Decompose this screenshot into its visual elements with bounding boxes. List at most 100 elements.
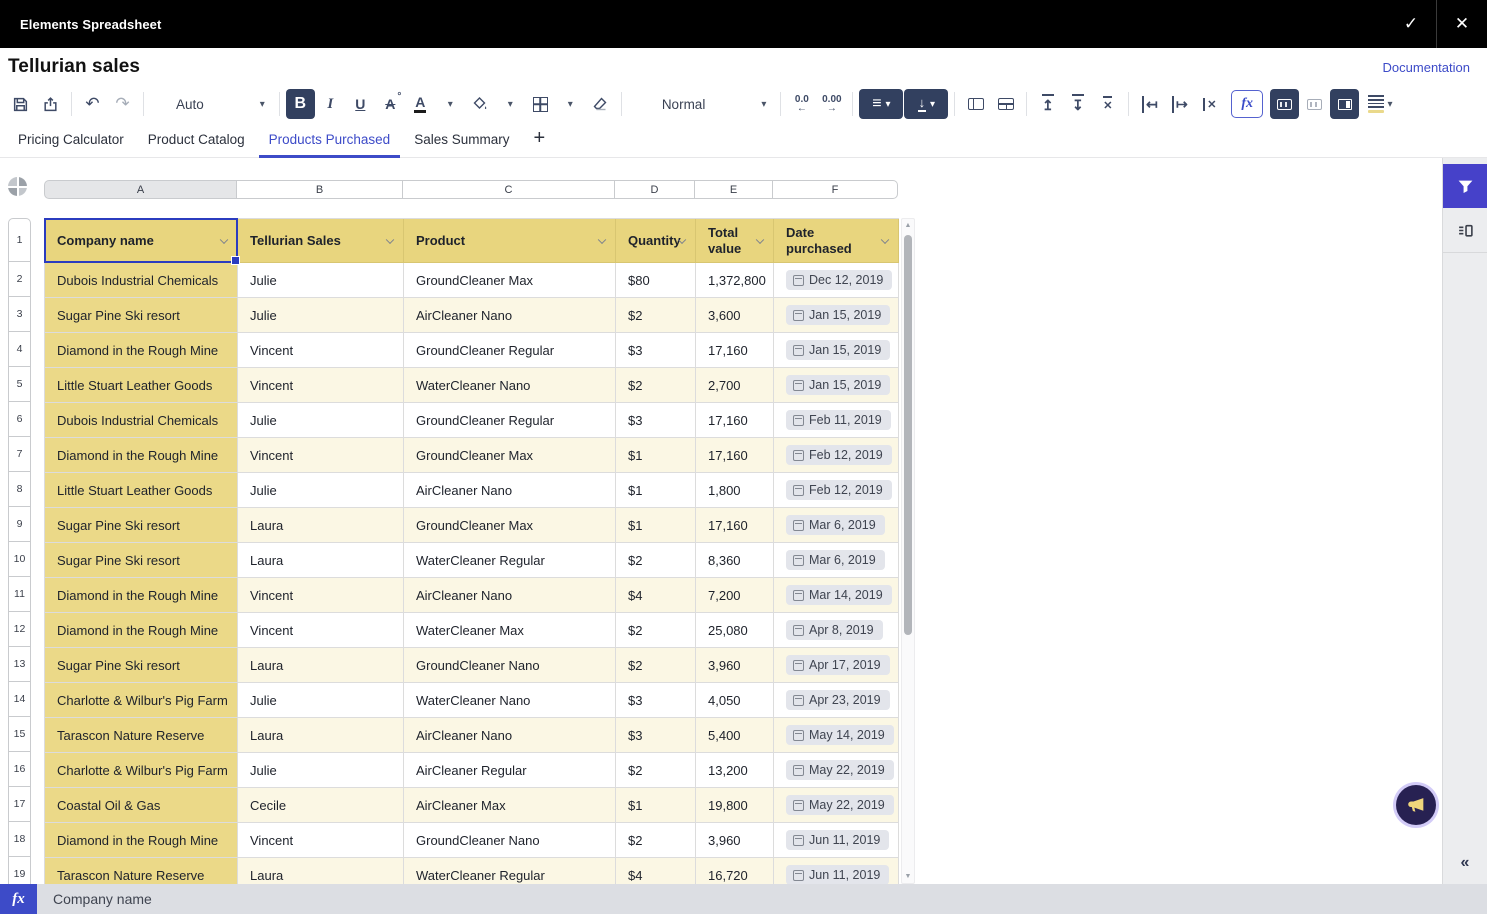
borders-dropdown[interactable]: ▾ [556, 89, 585, 119]
row-header-8[interactable]: 8 [8, 472, 31, 507]
close-button[interactable]: ✕ [1437, 0, 1487, 48]
cell-D19[interactable]: $4 [616, 858, 696, 884]
chevron-down-icon[interactable] [598, 235, 606, 243]
cell-C7[interactable]: GroundCleaner Max [404, 438, 616, 473]
cell-C12[interactable]: WaterCleaner Max [404, 613, 616, 648]
cell-E6[interactable]: 17,160 [696, 403, 774, 438]
cell-D2[interactable]: $80 [616, 263, 696, 298]
font-size-select[interactable]: Auto▾ [168, 89, 273, 119]
header-cell-quantity[interactable]: Quantity [616, 219, 696, 263]
export-button[interactable] [36, 89, 65, 119]
cell-C16[interactable]: AirCleaner Regular [404, 753, 616, 788]
cell-F4[interactable]: Jan 15, 2019 [774, 333, 899, 368]
cell-F17[interactable]: May 22, 2019 [774, 788, 899, 823]
cell-B10[interactable]: Laura [238, 543, 404, 578]
cell-A3[interactable]: Sugar Pine Ski resort [45, 298, 238, 333]
cell-E4[interactable]: 17,160 [696, 333, 774, 368]
cell-B9[interactable]: Laura [238, 508, 404, 543]
row-header-17[interactable]: 17 [8, 787, 31, 822]
data-view-button[interactable] [1270, 89, 1299, 119]
chevron-down-icon[interactable] [220, 235, 228, 243]
row-header-3[interactable]: 3 [8, 297, 31, 332]
cell-C15[interactable]: AirCleaner Nano [404, 718, 616, 753]
scroll-down-icon[interactable]: ▼ [902, 873, 914, 880]
cell-D5[interactable]: $2 [616, 368, 696, 403]
cell-C9[interactable]: GroundCleaner Max [404, 508, 616, 543]
cell-D9[interactable]: $1 [616, 508, 696, 543]
properties-panel-button[interactable] [1443, 208, 1487, 252]
row-header-11[interactable]: 11 [8, 577, 31, 612]
tab-pricing-calculator[interactable]: Pricing Calculator [8, 123, 134, 157]
cell-E15[interactable]: 5,400 [696, 718, 774, 753]
chevron-down-icon[interactable] [386, 235, 394, 243]
cell-C5[interactable]: WaterCleaner Nano [404, 368, 616, 403]
cell-A11[interactable]: Diamond in the Rough Mine [45, 578, 238, 613]
vertical-align-button[interactable]: ↓ ▾ [904, 89, 948, 119]
delete-row-button[interactable]: ✕ [1093, 89, 1122, 119]
cell-C3[interactable]: AirCleaner Nano [404, 298, 616, 333]
cell-B13[interactable]: Laura [238, 648, 404, 683]
scrollbar-thumb[interactable] [904, 235, 912, 635]
cell-D7[interactable]: $1 [616, 438, 696, 473]
insert-row-above-button[interactable]: ↥ [1033, 89, 1062, 119]
cell-F7[interactable]: Feb 12, 2019 [774, 438, 899, 473]
cell-A18[interactable]: Diamond in the Rough Mine [45, 823, 238, 858]
cell-C17[interactable]: AirCleaner Max [404, 788, 616, 823]
cell-D15[interactable]: $3 [616, 718, 696, 753]
cell-F3[interactable]: Jan 15, 2019 [774, 298, 899, 333]
cell-C13[interactable]: GroundCleaner Nano [404, 648, 616, 683]
cell-F5[interactable]: Jan 15, 2019 [774, 368, 899, 403]
text-color-button[interactable]: A [406, 89, 435, 119]
add-sheet-button[interactable]: + [523, 127, 555, 153]
collapse-sidebar-button[interactable]: « [1443, 854, 1487, 872]
cell-E18[interactable]: 3,960 [696, 823, 774, 858]
row-header-15[interactable]: 15 [8, 717, 31, 752]
row-header-6[interactable]: 6 [8, 402, 31, 437]
cell-E3[interactable]: 3,600 [696, 298, 774, 333]
cell-F2[interactable]: Dec 12, 2019 [774, 263, 899, 298]
cell-A12[interactable]: Diamond in the Rough Mine [45, 613, 238, 648]
cell-B19[interactable]: Laura [238, 858, 404, 884]
cell-B5[interactable]: Vincent [238, 368, 404, 403]
increase-decimal-button[interactable]: 0.00→ [817, 89, 846, 119]
cell-F12[interactable]: Apr 8, 2019 [774, 613, 899, 648]
italic-button[interactable]: I [316, 89, 345, 119]
cell-F6[interactable]: Feb 11, 2019 [774, 403, 899, 438]
insert-column-left-button[interactable]: ↤ [1135, 89, 1164, 119]
formula-button[interactable]: fx [1231, 90, 1263, 118]
cell-B6[interactable]: Julie [238, 403, 404, 438]
row-header-10[interactable]: 10 [8, 542, 31, 577]
cell-E19[interactable]: 16,720 [696, 858, 774, 884]
cell-D18[interactable]: $2 [616, 823, 696, 858]
text-color-dropdown[interactable]: ▾ [436, 89, 465, 119]
cell-B18[interactable]: Vincent [238, 823, 404, 858]
header-cell-tellurian-sales[interactable]: Tellurian Sales [238, 219, 404, 263]
cell-D14[interactable]: $3 [616, 683, 696, 718]
cell-D4[interactable]: $3 [616, 333, 696, 368]
row-header-1[interactable]: 1 [8, 218, 31, 262]
cell-E7[interactable]: 17,160 [696, 438, 774, 473]
save-button[interactable] [6, 89, 35, 119]
underline-button[interactable]: U [346, 89, 375, 119]
header-cell-date-purchased[interactable]: Date purchased [774, 219, 899, 263]
insert-row-below-button[interactable]: ↧ [1063, 89, 1092, 119]
unmerge-cells-button[interactable] [991, 89, 1020, 119]
cell-C10[interactable]: WaterCleaner Regular [404, 543, 616, 578]
row-header-2[interactable]: 2 [8, 262, 31, 297]
cell-D3[interactable]: $2 [616, 298, 696, 333]
row-height-button[interactable]: ▾ [1360, 89, 1400, 119]
confirm-button[interactable]: ✓ [1386, 0, 1436, 48]
cell-A4[interactable]: Diamond in the Rough Mine [45, 333, 238, 368]
cell-E12[interactable]: 25,080 [696, 613, 774, 648]
cell-A16[interactable]: Charlotte & Wilbur's Pig Farm [45, 753, 238, 788]
cell-F9[interactable]: Mar 6, 2019 [774, 508, 899, 543]
cell-E14[interactable]: 4,050 [696, 683, 774, 718]
grid-view-button[interactable] [1300, 89, 1329, 119]
cell-F11[interactable]: Mar 14, 2019 [774, 578, 899, 613]
column-header-F[interactable]: F [773, 180, 898, 199]
row-header-13[interactable]: 13 [8, 647, 31, 682]
cell-E11[interactable]: 7,200 [696, 578, 774, 613]
cell-C19[interactable]: WaterCleaner Regular [404, 858, 616, 884]
cell-A13[interactable]: Sugar Pine Ski resort [45, 648, 238, 683]
insert-column-right-button[interactable]: ↦ [1165, 89, 1194, 119]
